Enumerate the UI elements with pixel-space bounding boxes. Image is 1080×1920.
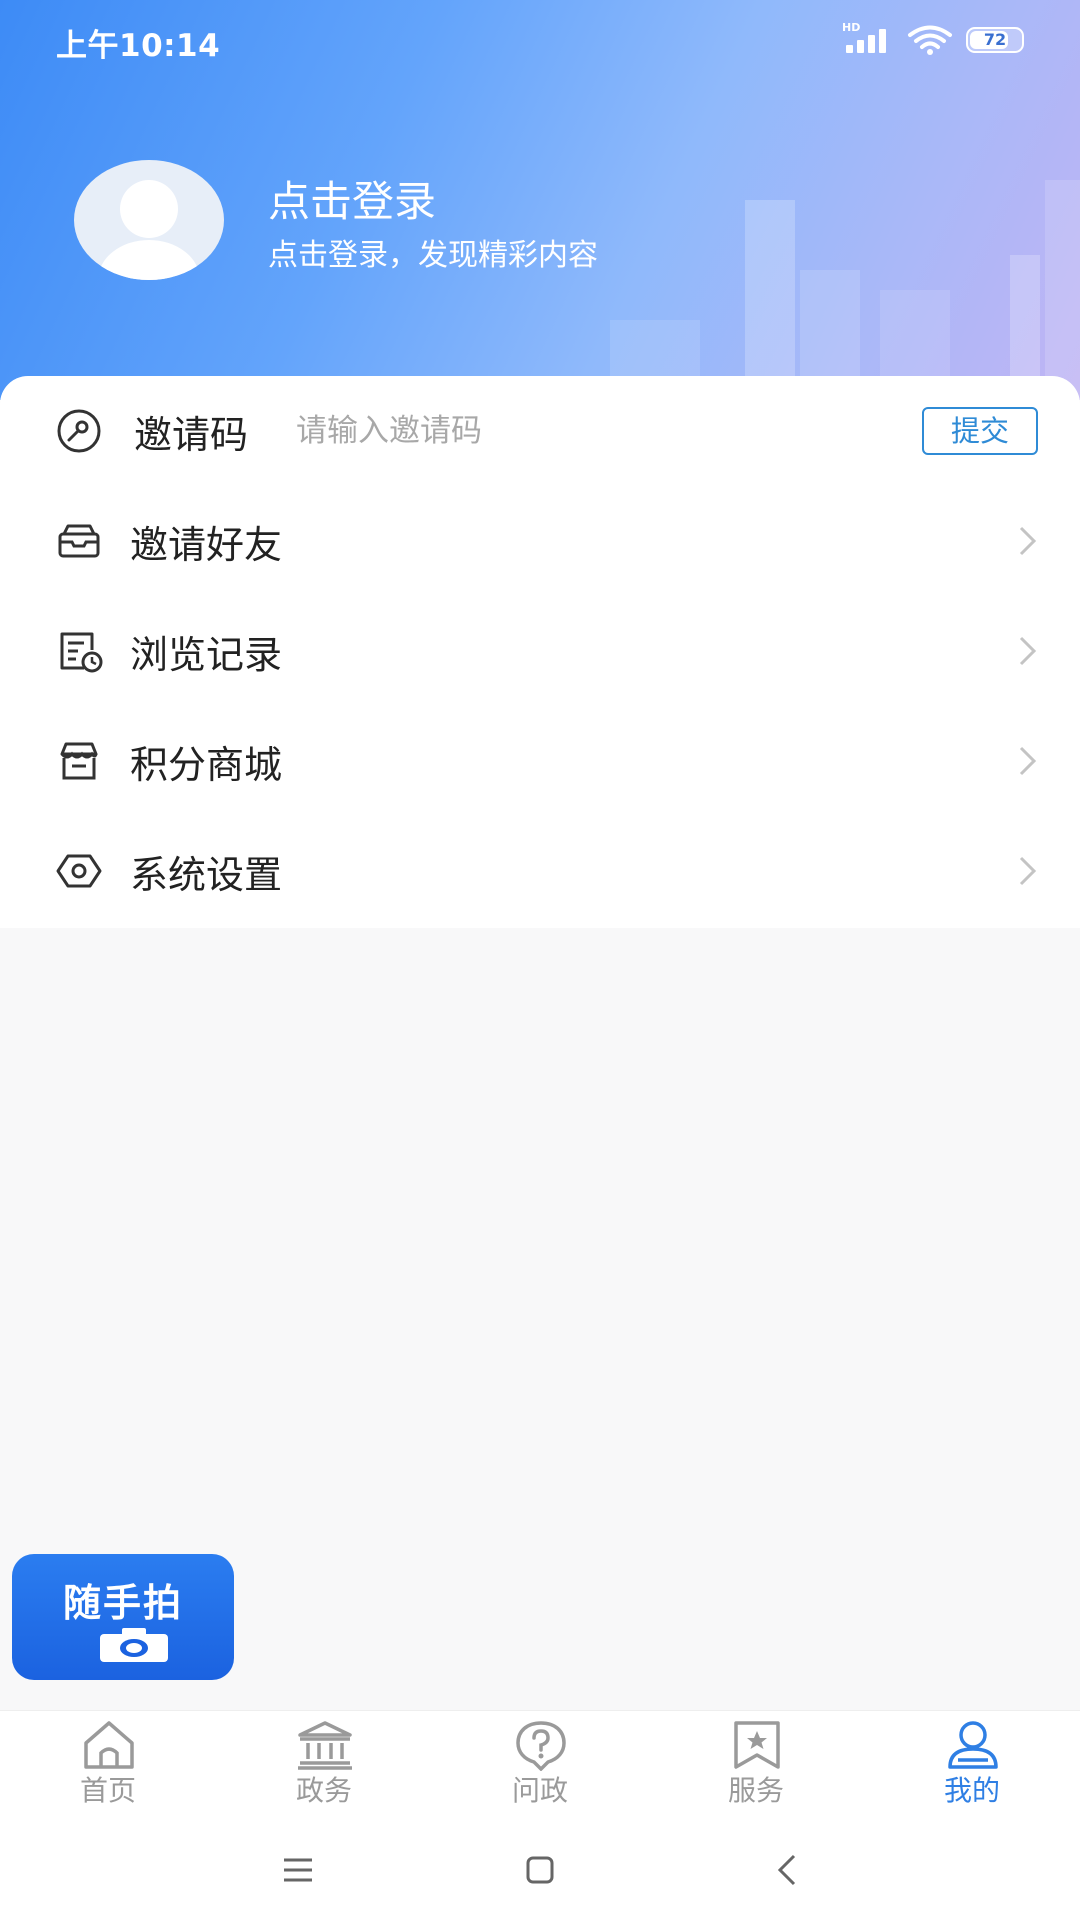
submit-button[interactable]: 提交: [922, 407, 1038, 455]
login-title[interactable]: 点击登录: [268, 168, 436, 229]
menu-item-label: 邀请好友: [130, 522, 283, 567]
question-icon: [516, 1721, 566, 1771]
invite-code-label: 邀请码: [134, 412, 249, 457]
back-icon[interactable]: [766, 1848, 810, 1892]
status-bar: 上午10:14 HD 72: [0, 0, 1080, 80]
header-decoration: [1045, 180, 1080, 400]
menu-card: 邀请码 提交 邀请好友 浏览记录: [0, 376, 1080, 928]
menu-item-label: 系统设置: [130, 852, 283, 897]
tab-mine[interactable]: 我的: [864, 1711, 1080, 1819]
wifi-icon: [908, 25, 952, 55]
chevron-right-icon: [1019, 746, 1037, 776]
settings-icon: [56, 854, 102, 888]
avatar[interactable]: [74, 160, 224, 280]
cellular-signal-icon: HD: [842, 21, 894, 55]
profile-header: 上午10:14 HD 72 点击登录 点击登录，发现精彩内容: [0, 0, 1080, 400]
battery-level: 72: [983, 30, 1007, 49]
chevron-right-icon: [1019, 636, 1037, 666]
invite-code-input[interactable]: [296, 401, 876, 461]
menu-icon[interactable]: [276, 1848, 320, 1892]
status-time: 上午10:14: [56, 28, 221, 64]
menu-item-invite-friends[interactable]: 邀请好友: [0, 486, 1080, 596]
status-icons: HD 72: [842, 21, 1024, 56]
user-icon: [948, 1721, 998, 1769]
menu-item-label: 积分商城: [130, 742, 283, 787]
battery-icon: 72: [966, 27, 1024, 53]
login-subtitle[interactable]: 点击登录，发现精彩内容: [268, 230, 598, 274]
menu-item-points-mall[interactable]: 积分商城: [0, 706, 1080, 816]
chevron-right-icon: [1019, 856, 1037, 886]
history-icon: [60, 632, 103, 673]
tab-label: 我的: [943, 1774, 1000, 1807]
tab-home[interactable]: 首页: [0, 1711, 216, 1819]
service-icon: [734, 1721, 780, 1769]
tab-label: 政务: [295, 1774, 352, 1807]
system-navigation-bar: [0, 1818, 1080, 1920]
header-decoration: [745, 200, 795, 400]
tab-label: 问政: [511, 1774, 568, 1807]
tab-label: 首页: [79, 1774, 136, 1807]
network-type-label: HD: [842, 21, 861, 34]
home-button-icon[interactable]: [518, 1848, 562, 1892]
tab-label: 服务: [727, 1774, 784, 1807]
invite-code-row: 邀请码 提交: [0, 376, 1080, 486]
tab-service[interactable]: 服务: [648, 1711, 864, 1819]
chevron-right-icon: [1019, 526, 1037, 556]
home-icon: [84, 1721, 134, 1769]
invite-code-icon: [57, 409, 101, 453]
menu-item-system-settings[interactable]: 系统设置: [0, 816, 1080, 926]
snapshot-report-button[interactable]: 随手拍: [12, 1554, 234, 1680]
snapshot-report-label: 随手拍: [62, 1581, 183, 1625]
camera-icon: [100, 1628, 168, 1662]
mailbox-icon: [58, 524, 100, 558]
government-icon: [298, 1721, 352, 1770]
menu-item-browse-history[interactable]: 浏览记录: [0, 596, 1080, 706]
menu-item-label: 浏览记录: [130, 632, 283, 677]
shop-icon: [60, 742, 98, 780]
tab-government[interactable]: 政务: [216, 1711, 432, 1819]
bottom-tab-bar: 首页 政务 问政 服务 我的: [0, 1710, 1080, 1818]
tab-inquiry[interactable]: 问政: [432, 1711, 648, 1819]
